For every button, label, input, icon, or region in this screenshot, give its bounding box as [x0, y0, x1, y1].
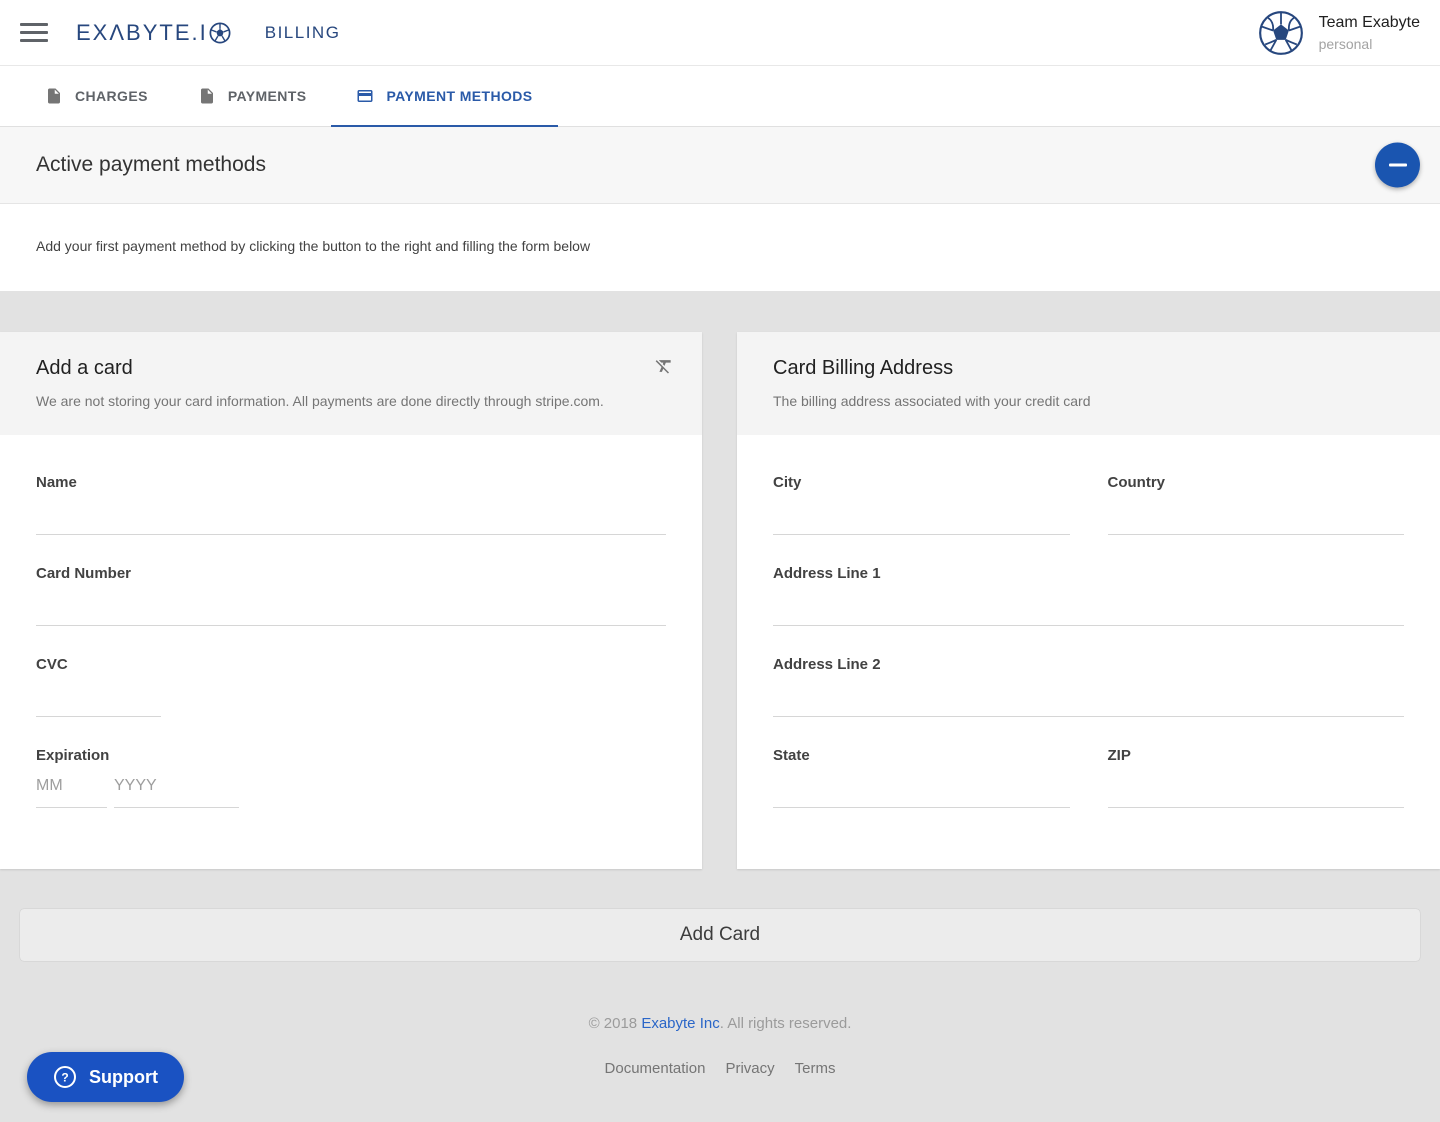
section-description: Add your first payment method by clickin…: [0, 204, 1440, 291]
city-label: City: [773, 474, 1070, 491]
address-line-2-label: Address Line 2: [773, 656, 1404, 673]
svg-text:?: ?: [61, 1071, 68, 1085]
logo-text: EXΛBYTE.I: [76, 20, 208, 46]
terms-link[interactable]: Terms: [795, 1060, 836, 1077]
tab-label: CHARGES: [75, 88, 148, 104]
address-line-1-input[interactable]: [773, 582, 1404, 626]
minus-icon: [1389, 164, 1407, 167]
address2-field-group: Address Line 2: [773, 656, 1404, 717]
billing-address-header: Card Billing Address The billing address…: [737, 332, 1440, 435]
team-avatar[interactable]: [1258, 10, 1304, 56]
billing-breadcrumb: BILLING: [265, 23, 341, 43]
billing-address-subtitle: The billing address associated with your…: [773, 393, 1404, 409]
country-field-group: Country: [1108, 474, 1405, 535]
add-card-title: Add a card: [36, 357, 666, 380]
billing-address-title: Card Billing Address: [773, 357, 1404, 380]
app-header: EXΛBYTE.I BILLING: [0, 0, 1440, 66]
menu-icon: [20, 23, 48, 26]
section-title: Active payment methods: [36, 153, 266, 177]
support-button[interactable]: ? Support: [27, 1052, 184, 1102]
country-input[interactable]: [1108, 491, 1405, 535]
active-payment-methods-header: Active payment methods: [0, 127, 1440, 204]
address-line-2-input[interactable]: [773, 673, 1404, 717]
cvc-label: CVC: [36, 656, 666, 673]
address1-field-group: Address Line 1: [773, 565, 1404, 626]
expiration-field-group: Expiration: [36, 747, 666, 808]
help-question-icon: ?: [53, 1065, 77, 1089]
payment-form-area: Add a card We are not storing your card …: [0, 291, 1440, 1077]
exabyte-logo[interactable]: EXΛBYTE.I: [76, 20, 231, 46]
format-clear-icon: [654, 356, 674, 376]
cvc-field-group: CVC: [36, 656, 666, 717]
privacy-link[interactable]: Privacy: [725, 1060, 774, 1077]
state-input[interactable]: [773, 764, 1070, 808]
tab-label: PAYMENTS: [228, 88, 307, 104]
add-card-panel: Add a card We are not storing your card …: [0, 332, 702, 869]
name-label: Name: [36, 474, 666, 491]
card-number-field-group: Card Number: [36, 565, 666, 626]
menu-button[interactable]: [20, 18, 48, 47]
support-label: Support: [89, 1067, 158, 1088]
state-label: State: [773, 747, 1070, 764]
add-card-subtitle: We are not storing your card information…: [36, 393, 666, 409]
billing-address-form: City Country Address Line 1 Address Line…: [737, 435, 1440, 838]
name-field-group: Name: [36, 474, 666, 535]
add-card-button[interactable]: Add Card: [20, 909, 1420, 961]
soccer-ball-logo-icon: [209, 22, 231, 44]
billing-address-panel: Card Billing Address The billing address…: [737, 332, 1440, 869]
expiration-year-input[interactable]: [114, 764, 239, 808]
zip-field-group: ZIP: [1108, 747, 1405, 808]
credit-card-icon: [356, 87, 374, 105]
clear-form-button[interactable]: [652, 354, 676, 378]
tab-label: PAYMENT METHODS: [386, 88, 532, 104]
zip-label: ZIP: [1108, 747, 1405, 764]
document-icon: [45, 87, 63, 105]
expiration-month-input[interactable]: [36, 764, 107, 808]
copyright-text: © 2018 Exabyte Inc. All rights reserved.: [0, 1015, 1440, 1032]
name-input[interactable]: [36, 491, 666, 535]
card-number-input[interactable]: [36, 582, 666, 626]
account-area: Team Exabyte personal: [1258, 10, 1420, 56]
page-footer: © 2018 Exabyte Inc. All rights reserved.…: [0, 1015, 1440, 1077]
collapse-section-button[interactable]: [1375, 143, 1420, 188]
copyright-suffix: . All rights reserved.: [720, 1015, 852, 1032]
add-card-form: Name Card Number CVC Expiration: [0, 435, 702, 838]
footer-links: Documentation Privacy Terms: [0, 1060, 1440, 1077]
billing-tab-bar: CHARGES PAYMENTS PAYMENT METHODS: [0, 66, 1440, 127]
company-link[interactable]: Exabyte Inc: [641, 1015, 719, 1032]
tab-charges[interactable]: CHARGES: [20, 66, 173, 126]
team-info: Team Exabyte personal: [1319, 14, 1420, 52]
tab-payments[interactable]: PAYMENTS: [173, 66, 332, 126]
team-type: personal: [1319, 36, 1420, 52]
document-icon: [198, 87, 216, 105]
state-field-group: State: [773, 747, 1070, 808]
cvc-input[interactable]: [36, 673, 161, 717]
card-number-label: Card Number: [36, 565, 666, 582]
city-field-group: City: [773, 474, 1070, 535]
zip-input[interactable]: [1108, 764, 1405, 808]
address-line-1-label: Address Line 1: [773, 565, 1404, 582]
documentation-link[interactable]: Documentation: [605, 1060, 706, 1077]
expiration-label: Expiration: [36, 747, 666, 764]
country-label: Country: [1108, 474, 1405, 491]
team-name: Team Exabyte: [1319, 14, 1420, 32]
city-input[interactable]: [773, 491, 1070, 535]
add-card-header: Add a card We are not storing your card …: [0, 332, 702, 435]
copyright-prefix: © 2018: [589, 1015, 642, 1032]
tab-payment-methods[interactable]: PAYMENT METHODS: [331, 66, 557, 126]
